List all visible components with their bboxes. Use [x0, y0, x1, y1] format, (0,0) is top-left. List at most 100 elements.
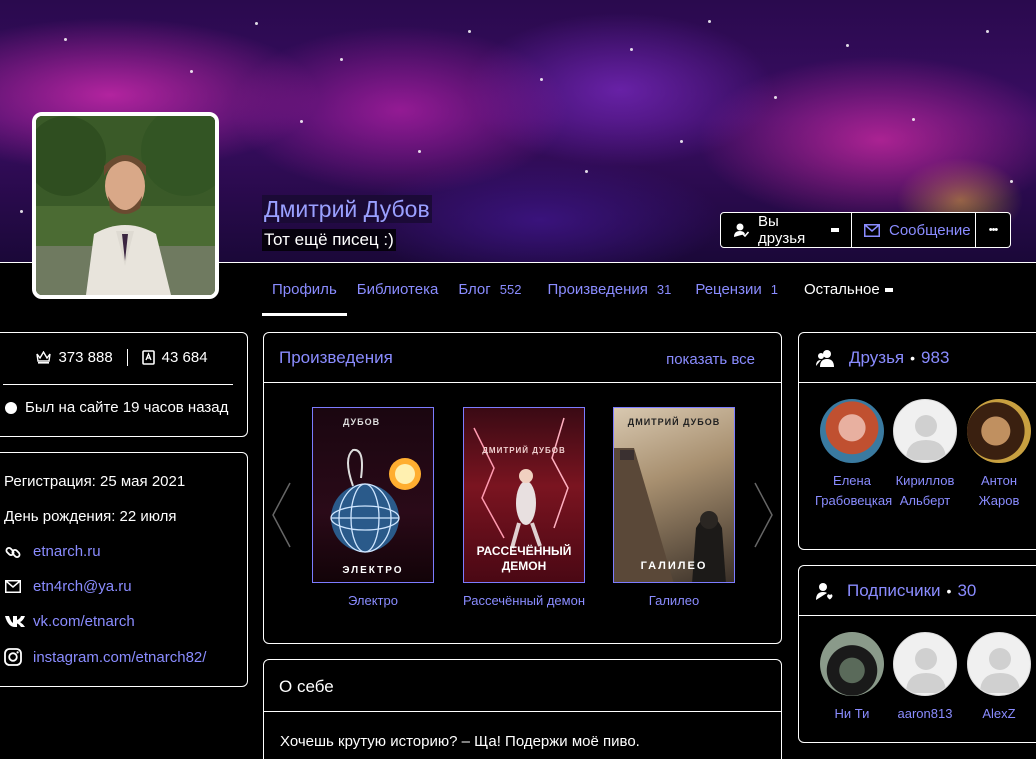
- subscriber-name: Ни Ти: [834, 706, 870, 721]
- message-button[interactable]: Сообщение: [852, 212, 976, 248]
- email-link[interactable]: etn4rch@ya.ru: [4, 578, 132, 595]
- instagram-text: instagram.com/etnarch82/: [33, 648, 207, 666]
- friend-name: Антон Жаров: [978, 473, 1020, 508]
- separator-dot: •: [946, 582, 952, 599]
- tab-blog[interactable]: Блог 552: [448, 263, 531, 316]
- tab-reviews-label: Рецензии: [695, 281, 762, 298]
- carousel-next-icon[interactable]: [753, 481, 775, 549]
- tab-library[interactable]: Библиотека: [347, 263, 449, 316]
- friends-icon: [815, 349, 835, 367]
- tab-works-count: 31: [656, 282, 672, 297]
- envelope-icon: [864, 223, 880, 237]
- rating-stat: 373 888: [22, 349, 126, 366]
- works-card: Произведения показать все ДУБОВ ЭЛЕКТРО …: [263, 332, 782, 644]
- cover-title: ГАЛИЛЕО: [640, 560, 708, 572]
- tab-other-label: Остальное: [803, 281, 880, 298]
- book-cover: ДМИТРИЙ ДУБОВ РАССЕЧЁННЫЙ ДЕМОН: [463, 407, 585, 583]
- profile-avatar[interactable]: [32, 112, 219, 299]
- info-card: Регистрация: 25 мая 2021 День рождения: …: [0, 452, 248, 687]
- tab-library-label: Библиотека: [356, 281, 439, 298]
- message-button-label: Сообщение: [889, 221, 971, 239]
- friend-item[interactable]: Антон Жаров: [962, 399, 1036, 511]
- profile-tabs: Профиль Библиотека Блог 552 Произведения…: [262, 263, 903, 316]
- book-cover: ДМИТРИЙ ДУБОВ ГАЛИЛЕО: [613, 407, 735, 583]
- more-dots-icon: •••: [988, 224, 999, 236]
- link-icon: [4, 544, 22, 560]
- friends-card: Друзья • 983 Елена Грабовецкая Кириллов …: [798, 332, 1036, 550]
- about-text: Хочешь крутую историю? – Ща! Подержи моё…: [280, 733, 640, 750]
- website-text: etnarch.ru: [33, 543, 101, 560]
- stats-card: 373 888 43 684 Был на сайте 19 часов наз…: [0, 332, 248, 437]
- registration-date: Регистрация: 25 мая 2021: [4, 473, 186, 490]
- friend-item[interactable]: Кириллов Альберт: [888, 399, 962, 511]
- book-title: Галилео: [648, 593, 700, 608]
- friends-title: Друзья: [849, 347, 905, 367]
- book-card[interactable]: ДМИТРИЙ ДУБОВ РАССЕЧЁННЫЙ ДЕМОН Рассечён…: [463, 407, 585, 608]
- subscriber-item[interactable]: AlexZ: [962, 632, 1036, 724]
- cover-author: ДМИТРИЙ ДУБОВ: [482, 446, 566, 455]
- tab-blog-count: 552: [499, 282, 522, 297]
- birthday: День рождения: 22 июля: [4, 508, 177, 525]
- subscriber-item[interactable]: aaron813: [888, 632, 962, 724]
- tab-blog-label: Блог: [458, 281, 491, 298]
- website-link[interactable]: etnarch.ru: [4, 543, 101, 560]
- avatar: [893, 399, 957, 463]
- avatar: [967, 399, 1031, 463]
- vk-text: vk.com/etnarch: [33, 613, 135, 630]
- friend-name: Елена Грабовецкая: [815, 473, 893, 508]
- tab-works-label: Произведения: [547, 281, 648, 298]
- works-title: Произведения: [279, 348, 393, 367]
- about-card: О себе Хочешь крутую историю? – Ща! Поде…: [263, 659, 782, 759]
- avatar: [967, 632, 1031, 696]
- subscribers-header[interactable]: Подписчики • 30: [799, 566, 1036, 616]
- book-title: Рассечённый демон: [463, 593, 586, 608]
- about-title: О себе: [279, 677, 334, 696]
- subscribers-title: Подписчики: [847, 580, 941, 600]
- show-all-link[interactable]: показать все: [666, 351, 755, 368]
- carousel-prev-icon[interactable]: [270, 481, 292, 549]
- subscribers-count: 30: [957, 580, 977, 600]
- friends-button[interactable]: Вы друзья: [720, 212, 852, 248]
- stats-divider: [3, 384, 233, 385]
- avatar: [820, 632, 884, 696]
- friends-button-label: Вы друзья: [758, 213, 806, 247]
- subscriber-name: AlexZ: [982, 706, 1016, 721]
- separator-dot: •: [910, 349, 916, 366]
- chevron-down-icon: [884, 287, 893, 292]
- about-header: О себе: [264, 660, 781, 712]
- friend-name: Кириллов Альберт: [895, 473, 955, 508]
- online-status: Был на сайте 19 часов назад: [5, 399, 228, 416]
- tab-profile[interactable]: Профиль: [262, 263, 347, 316]
- tab-other[interactable]: Остальное: [788, 263, 903, 316]
- works-header: Произведения показать все: [264, 333, 781, 383]
- friends-count: 983: [921, 347, 950, 367]
- book-card[interactable]: ДУБОВ ЭЛЕКТРО Электро: [312, 407, 434, 608]
- chevron-down-icon: [831, 228, 839, 232]
- friend-item[interactable]: Елена Грабовецкая: [815, 399, 893, 511]
- books-stat: 43 684: [126, 349, 222, 366]
- book-title: Электро: [348, 593, 398, 608]
- crown-icon: [36, 351, 52, 364]
- cover-title: ЭЛЕКТРО: [342, 565, 404, 576]
- tab-works[interactable]: Произведения 31: [531, 263, 681, 316]
- book-cover: ДУБОВ ЭЛЕКТРО: [312, 407, 434, 583]
- profile-actions: Вы друзья Сообщение •••: [720, 212, 1011, 248]
- tab-profile-label: Профиль: [272, 281, 337, 298]
- instagram-link[interactable]: instagram.com/etnarch82/: [4, 648, 206, 666]
- friends-header[interactable]: Друзья • 983: [799, 333, 1036, 383]
- online-status-text: Был на сайте 19 часов назад: [25, 399, 229, 416]
- tab-reviews-count: 1: [770, 282, 778, 297]
- tab-reviews[interactable]: Рецензии 1: [681, 263, 788, 316]
- vk-link[interactable]: vk.com/etnarch: [4, 613, 135, 630]
- more-options-button[interactable]: •••: [976, 212, 1011, 248]
- rating-value: 373 888: [58, 349, 113, 366]
- profile-name: Дмитрий Дубов: [262, 195, 432, 223]
- profile-status: Тот ещё писец :): [262, 229, 396, 251]
- subscribers-icon: [815, 582, 833, 600]
- cover-title: РАССЕЧЁННЫЙ ДЕМОН: [476, 544, 572, 573]
- vk-icon: [4, 615, 26, 628]
- subscriber-item[interactable]: Ни Ти: [815, 632, 889, 724]
- book-card[interactable]: ДМИТРИЙ ДУБОВ ГАЛИЛЕО Галилео: [613, 407, 735, 608]
- books-value: 43 684: [161, 349, 208, 366]
- instagram-icon: [4, 648, 22, 666]
